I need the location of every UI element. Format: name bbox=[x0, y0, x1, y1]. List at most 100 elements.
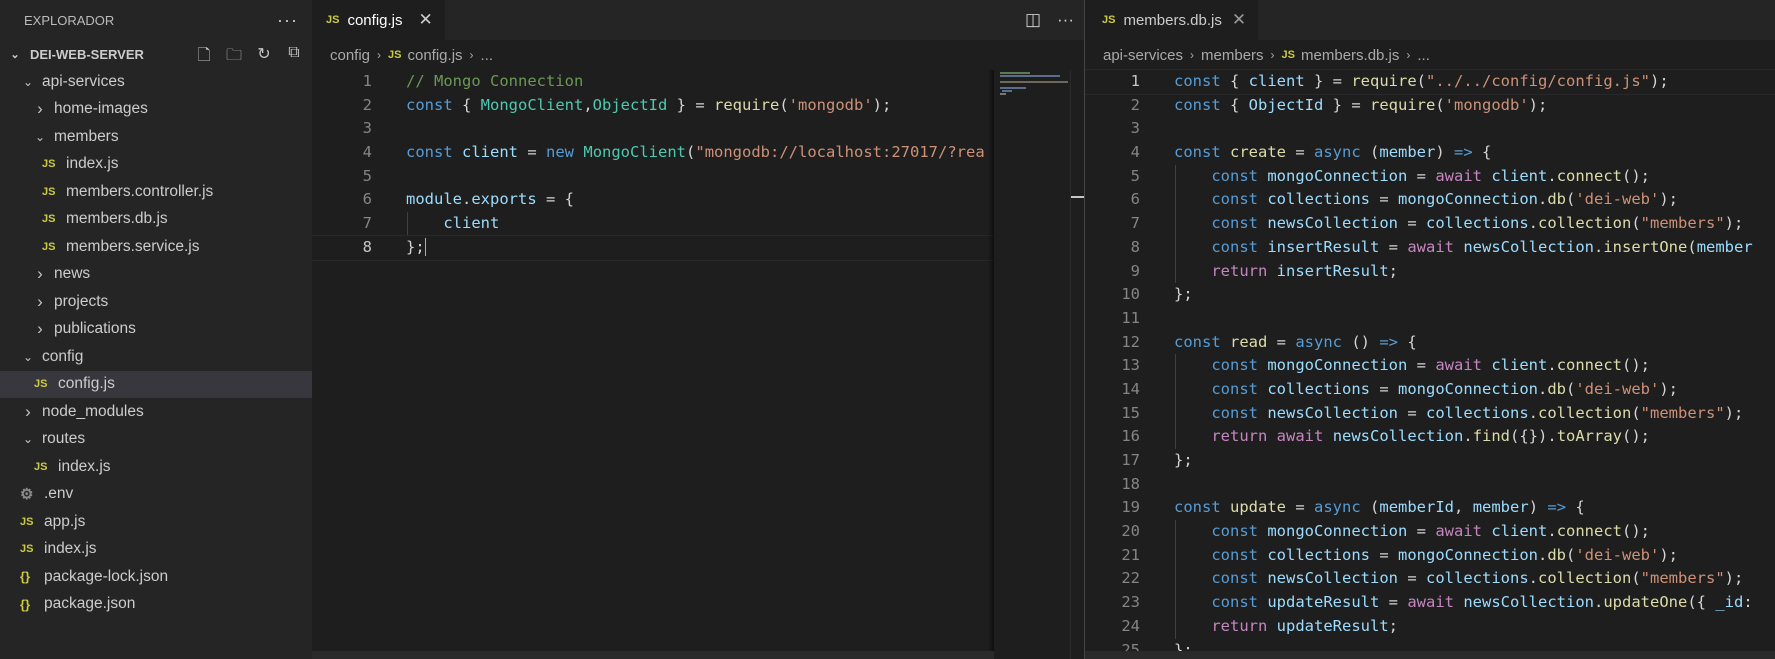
code-line: 1 const { client } = require("../../confi… bbox=[1085, 69, 1775, 95]
tree-item-label: config bbox=[42, 347, 84, 365]
tree-file[interactable]: JS members.db.js bbox=[0, 206, 312, 234]
line-number: 20 bbox=[1121, 522, 1140, 541]
breadcrumb-item[interactable]: config bbox=[330, 47, 370, 64]
horizontal-scrollbar[interactable] bbox=[1085, 651, 1775, 659]
js-file-icon: JS bbox=[42, 158, 56, 171]
js-file-icon: JS bbox=[326, 14, 340, 26]
close-icon[interactable]: ✕ bbox=[1232, 10, 1246, 30]
breadcrumb-item[interactable]: config.js bbox=[408, 47, 463, 64]
refresh-icon[interactable]: ↻ bbox=[254, 44, 274, 71]
horizontal-scrollbar[interactable] bbox=[312, 651, 994, 659]
tree-folder[interactable]: ⌄ routes bbox=[0, 426, 312, 454]
code-line: 8 const insertResult = await newsCollect… bbox=[1085, 235, 1775, 260]
tab-bar-right: JS members.db.js ✕ bbox=[1085, 0, 1775, 40]
line-number: 16 bbox=[1121, 427, 1140, 446]
ellipsis-icon[interactable]: ··· bbox=[277, 10, 298, 31]
js-file-icon: JS bbox=[42, 240, 56, 253]
editor-group-left: JS config.js ✕ ◫ ··· config › JS config.js ›… bbox=[312, 0, 1084, 659]
line-number: 17 bbox=[1121, 451, 1140, 469]
indent-guide bbox=[1175, 614, 1176, 639]
editor-actions: ◫ ··· bbox=[1025, 0, 1074, 40]
tree-folder[interactable]: › node_modules bbox=[0, 398, 312, 426]
indent-guide bbox=[1175, 259, 1176, 284]
breadcrumb-item[interactable]: members.db.js bbox=[1301, 47, 1399, 64]
code-text: }; bbox=[1174, 285, 1193, 304]
new-file-icon[interactable]: 🗋 bbox=[194, 44, 214, 71]
explorer-header: EXPLORADOR ··· bbox=[0, 0, 312, 40]
code-line: 12 const read = async () => { bbox=[1085, 331, 1775, 355]
line-number: 9 bbox=[1130, 261, 1140, 280]
chevron-down-icon: ⌄ bbox=[22, 432, 34, 447]
tree-item-label: members bbox=[54, 127, 119, 145]
tab-label: members.db.js bbox=[1123, 11, 1222, 29]
breadcrumb: api-services › members › JS members.db.js ›... bbox=[1085, 40, 1775, 70]
more-actions-icon[interactable]: ··· bbox=[1057, 10, 1074, 30]
tree-folder[interactable]: › publications bbox=[0, 316, 312, 344]
tree-folder[interactable]: ⌄ config bbox=[0, 343, 312, 371]
tree-folder[interactable]: › projects bbox=[0, 288, 312, 316]
tab-members-db-js[interactable]: JS members.db.js ✕ bbox=[1085, 0, 1259, 40]
code-line: 16 return await newsCollection.find({}).… bbox=[1085, 425, 1775, 449]
chevron-right-icon: › bbox=[377, 48, 382, 62]
code-line: 9 return insertResult; bbox=[1085, 259, 1775, 284]
breadcrumb-item[interactable]: ... bbox=[481, 47, 494, 64]
code-text: const collections = mongoConnection.db('… bbox=[1211, 190, 1679, 209]
line-number: 3 bbox=[1130, 119, 1140, 138]
line-number: 14 bbox=[1121, 379, 1140, 398]
tree-folder[interactable]: ⌄ api-services bbox=[0, 68, 312, 96]
minimap[interactable] bbox=[988, 70, 1069, 659]
tree-folder[interactable]: ⌄ members bbox=[0, 123, 312, 151]
code-text: const newsCollection = collections.colle… bbox=[1211, 403, 1744, 422]
vertical-scrollbar[interactable] bbox=[1070, 70, 1084, 659]
tree-file[interactable]: ⚙ .env bbox=[0, 481, 312, 509]
tree-file[interactable]: {} package.json bbox=[0, 591, 312, 619]
js-file-icon: JS bbox=[34, 378, 48, 391]
breadcrumb-item[interactable]: members bbox=[1201, 47, 1264, 64]
tab-config-js[interactable]: JS config.js ✕ bbox=[312, 0, 445, 40]
tree-folder[interactable]: › news bbox=[0, 261, 312, 289]
tree-folder[interactable]: › home-images bbox=[0, 96, 312, 124]
project-root[interactable]: ⌄ DEI-WEB-SERVER 🗋 🗀 ↻ ⧉ bbox=[0, 40, 312, 68]
code-editor-right[interactable]: 1 const { client } = require("../../confi… bbox=[1085, 69, 1775, 659]
tree-item-label: news bbox=[54, 265, 91, 283]
chevron-down-icon: ⌄ bbox=[22, 74, 34, 89]
chevron-right-icon: › bbox=[469, 48, 474, 62]
code-line: 5 const mongoConnection = await client.c… bbox=[1085, 164, 1775, 189]
code-editor-left[interactable]: 1 // Mongo Connection 2 const { MongoClient… bbox=[312, 70, 1002, 261]
code-text: const mongoConnection = await client.con… bbox=[1211, 522, 1651, 541]
chevron-right-icon: › bbox=[1270, 48, 1275, 62]
collapse-all-icon[interactable]: ⧉ bbox=[284, 44, 304, 71]
tree-file[interactable]: JS index.js bbox=[0, 453, 312, 481]
minimap-line bbox=[1000, 75, 1060, 77]
code-text: const insertResult = await newsCollectio… bbox=[1211, 237, 1753, 256]
chevron-down-icon: ⌄ bbox=[22, 349, 34, 364]
code-line: 8}; bbox=[312, 234, 1002, 261]
tree-item-label: node_modules bbox=[42, 402, 144, 420]
chevron-down-icon: ⌄ bbox=[34, 129, 46, 144]
tree-file[interactable]: JS members.service.js bbox=[0, 233, 312, 261]
js-file-icon: JS bbox=[42, 185, 56, 198]
js-file-icon: JS bbox=[388, 49, 402, 61]
tree-file[interactable]: JS members.controller.js bbox=[0, 178, 312, 206]
indent-guide bbox=[1175, 543, 1176, 568]
line-number: 1 bbox=[362, 72, 372, 90]
split-editor-icon[interactable]: ◫ bbox=[1025, 10, 1041, 30]
line-number: 5 bbox=[362, 166, 372, 185]
tree-file[interactable]: JS index.js bbox=[0, 536, 312, 564]
tree-file[interactable]: JS config.js bbox=[0, 370, 312, 398]
close-icon[interactable]: ✕ bbox=[419, 10, 433, 30]
breadcrumb-item[interactable]: api-services bbox=[1103, 47, 1183, 64]
code-text: const read = async () => { bbox=[1174, 332, 1417, 351]
breadcrumb-item[interactable]: ... bbox=[1417, 47, 1430, 64]
minimap-line bbox=[1002, 90, 1012, 92]
tree-item-label: routes bbox=[42, 430, 86, 448]
explorer-actions: 🗋 🗀 ↻ ⧉ bbox=[194, 44, 304, 71]
new-folder-icon[interactable]: 🗀 bbox=[224, 44, 244, 71]
indent-guide bbox=[1175, 591, 1176, 615]
code-text: return updateResult; bbox=[1211, 616, 1398, 635]
code-text: client bbox=[443, 214, 500, 233]
tree-file[interactable]: JS index.js bbox=[0, 151, 312, 179]
code-text: const newsCollection = collections.colle… bbox=[1211, 214, 1744, 233]
tree-file[interactable]: JS app.js bbox=[0, 508, 312, 536]
tree-file[interactable]: {} package-lock.json bbox=[0, 563, 312, 591]
